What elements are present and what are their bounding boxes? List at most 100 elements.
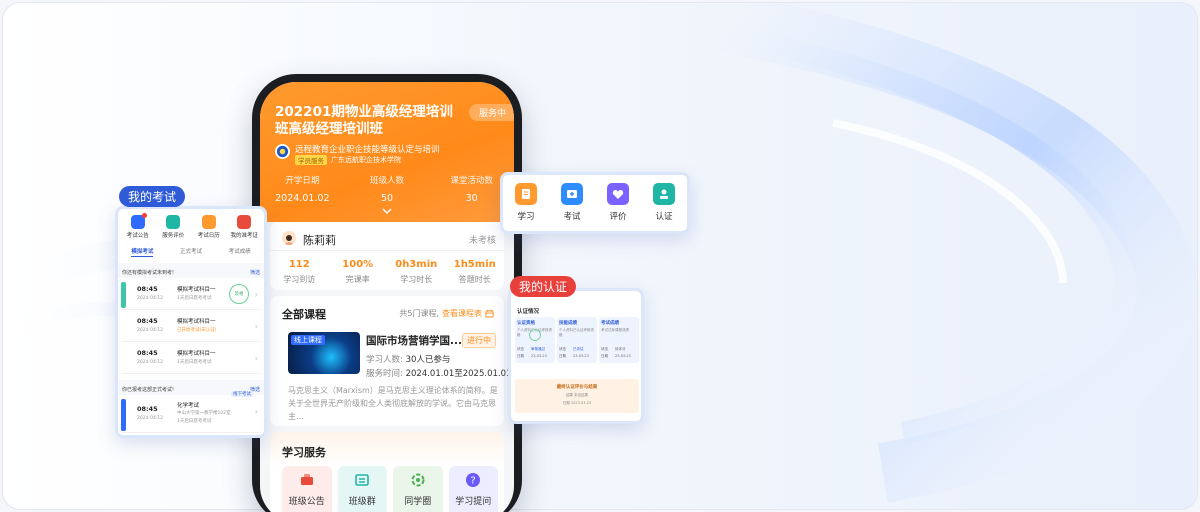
class-title: 202201期物业高级经理培训班高级经理培训班 [275,104,453,137]
final-cert-date: 日期 2023-03-23 [515,401,639,406]
course-type-label: 线上课程 [291,335,325,345]
quick-action-label: 学习 [517,212,535,222]
megaphone-icon [300,474,313,485]
status-bar [121,282,126,308]
phone-screen: 202201期物业高级经理培训班高级经理培训班 服务中 远程教育企业职企技能等级… [260,82,514,512]
rating-icon [166,215,181,229]
mock-section-header: 你还有模拟考试未到考! 筛选 [118,263,264,278]
service-class-group[interactable]: 班级群 [337,466,387,512]
exam-row[interactable]: 08:45 2024-04-12 模拟考试科目一 1天后日底考考试 › [121,344,261,374]
services-title: 学习服务 [282,446,326,459]
meta-label: 服务时间: [366,369,403,379]
formal-exam-row[interactable]: 08:45 2024-04-12 化学考试 中山大学第一教学楼102室 1天后日… [121,391,261,433]
tab-exam-results[interactable]: 考试成绩 [229,247,251,257]
course-learners: 学习人数: 30人已参与 [366,353,450,365]
cert-box-title: 认证资格 [517,321,535,326]
quick-action-exam[interactable]: 考试 [554,183,590,231]
service-label: 班级群 [348,497,376,507]
course-period: 服务时间: 2024.01.01至2025.01.01 [366,367,511,379]
exam-time: 08:45 [137,349,158,357]
service-classmate-circle[interactable]: 同学圈 [393,466,443,512]
exam-shortcut[interactable]: 我的准考证 [227,215,261,239]
filter-button[interactable]: 筛选 [250,269,260,276]
section-text: 你还有模拟考试未到考! [122,270,175,276]
stamp-icon [529,329,541,341]
quick-action-evaluate[interactable]: 评价 [600,183,636,231]
cert-box[interactable]: 认证资格 个人资料已认证考核资格 状态 审核通过 日期 23-03-23 [515,317,555,363]
stat-label: 学习时长 [400,275,433,284]
stat-value: 2024.01.02 [275,193,330,204]
shortcut-label: 我的准考证 [230,233,258,239]
exam-date: 2024-04-12 [137,360,164,365]
section-text: 你已报考这部正式考试! [122,387,175,393]
final-cert-title: 最终认证评价与结果 [556,385,598,390]
final-certification[interactable]: 最终认证评价与结果 结果 未出结果 日期 2023-03-23 [515,379,639,413]
cert-boxes: 认证资格 个人资料已认证考核资格 状态 审核通过 日期 23-03-23 技能成… [515,317,639,363]
cert-value: 23-03-23 [615,354,631,358]
quick-action-label: 考试 [563,212,581,222]
cert-value: 23-03-23 [531,354,547,358]
exam-shortcut[interactable]: 考试日历 [192,215,226,239]
calendar-icon[interactable] [485,309,494,318]
chevron-down-icon[interactable] [382,208,392,214]
group-icon [355,474,370,486]
question-icon: ? [466,473,481,487]
stat-label: 完课率 [345,275,370,284]
quick-actions-card: 学习 考试 评价 认证 [500,172,690,234]
quick-action-label: 认证 [655,212,673,222]
exam-row[interactable]: 08:45 2024-04-12 模拟考试科目一 已开始考试(未认证) › [121,312,261,342]
chevron-right-icon: › [254,322,258,331]
stat-value: 50 [380,193,394,204]
course-thumbnail[interactable]: 线上课程 [288,332,360,374]
course-count-text: 共5门课程, [399,309,439,318]
service-announcement[interactable]: 班级公告 [282,466,332,512]
meta-value: 2024.01.01至2025.01.01 [405,369,512,379]
assessment-status: 未考核 [468,236,496,246]
class-stat: 开学日期 2024.01.02 [260,174,345,204]
book-icon [515,183,537,205]
cert-key: 状态 [601,347,608,351]
stat-label: 开学日期 [285,176,320,186]
exam-shortcuts: 考试公告 服务评价 考试日历 我的准考证 [118,209,264,239]
quick-action-study[interactable]: 学习 [508,183,544,231]
service-questions[interactable]: ? 学习提问 [448,466,498,512]
status-bar [121,399,126,431]
exam-shortcut[interactable]: 考试公告 [121,213,155,239]
cert-key: 日期 [601,354,608,358]
courses-title: 全部课程 [282,308,326,321]
cert-value: 未出结果 [574,393,589,397]
meta-label: 学习人数: [366,355,403,365]
exam-desc: 1天后日底考考试 [177,360,212,365]
exam-shortcut[interactable]: 服务评价 [156,215,190,239]
quick-action-certify[interactable]: 认证 [646,183,682,231]
stat-value: 100% [342,259,374,270]
exam-desc: 1天后日底考考试 [177,296,212,301]
services-grid: 班级公告 班级群 同学圈 ? 学习提问 [282,466,498,512]
stat-value: 1h5min [453,259,496,270]
org-school: 广东远航职企技术学院 [331,156,401,164]
tab-mock-exam[interactable]: 模拟考试 [131,247,154,257]
chevron-right-icon: › [254,290,258,299]
cert-box-sub: 考试达标课程成绩 [601,328,629,332]
shortcut-label: 考试日历 [197,233,220,239]
service-label: 班级公告 [288,497,325,507]
cert-box[interactable]: 技能成绩 个人资料已认证考核资格 状态 已评估 日期 23-03-23 [557,317,597,363]
chevron-right-icon: › [254,354,258,363]
exam-tabs: 模拟考试 正式考试 考试成绩 [118,247,264,257]
divider [270,250,504,251]
cert-value: 23-03-23 [573,354,589,358]
tab-formal-exam[interactable]: 正式考试 [180,247,202,257]
course-name[interactable]: 国际市场营销学国... [366,333,466,348]
notification-dot [141,213,147,218]
view-schedule-link[interactable]: 查看课程表 [442,308,482,319]
cert-title: 认证情况 [517,309,540,315]
my-exams-card: 考试公告 服务评价 考试日历 我的准考证 模拟考试 正式考试 考试成绩 你还有模… [115,206,267,438]
exam-icon [561,183,583,205]
exam-row[interactable]: 08:45 2024-04-12 模拟考试科目一 1天后日底考考试 及格 › [121,280,261,310]
exam-desc: 1天后日底考考试 [177,419,212,424]
service-status-badge: 服务中 [468,104,514,121]
exam-date: 2024-04-12 [137,296,164,301]
cert-box[interactable]: 考试成绩 考试达标课程成绩 状态 待评分 日期 23-03-23 [599,317,639,363]
avatar [282,231,296,245]
exam-date: 2024-04-12 [137,328,164,333]
